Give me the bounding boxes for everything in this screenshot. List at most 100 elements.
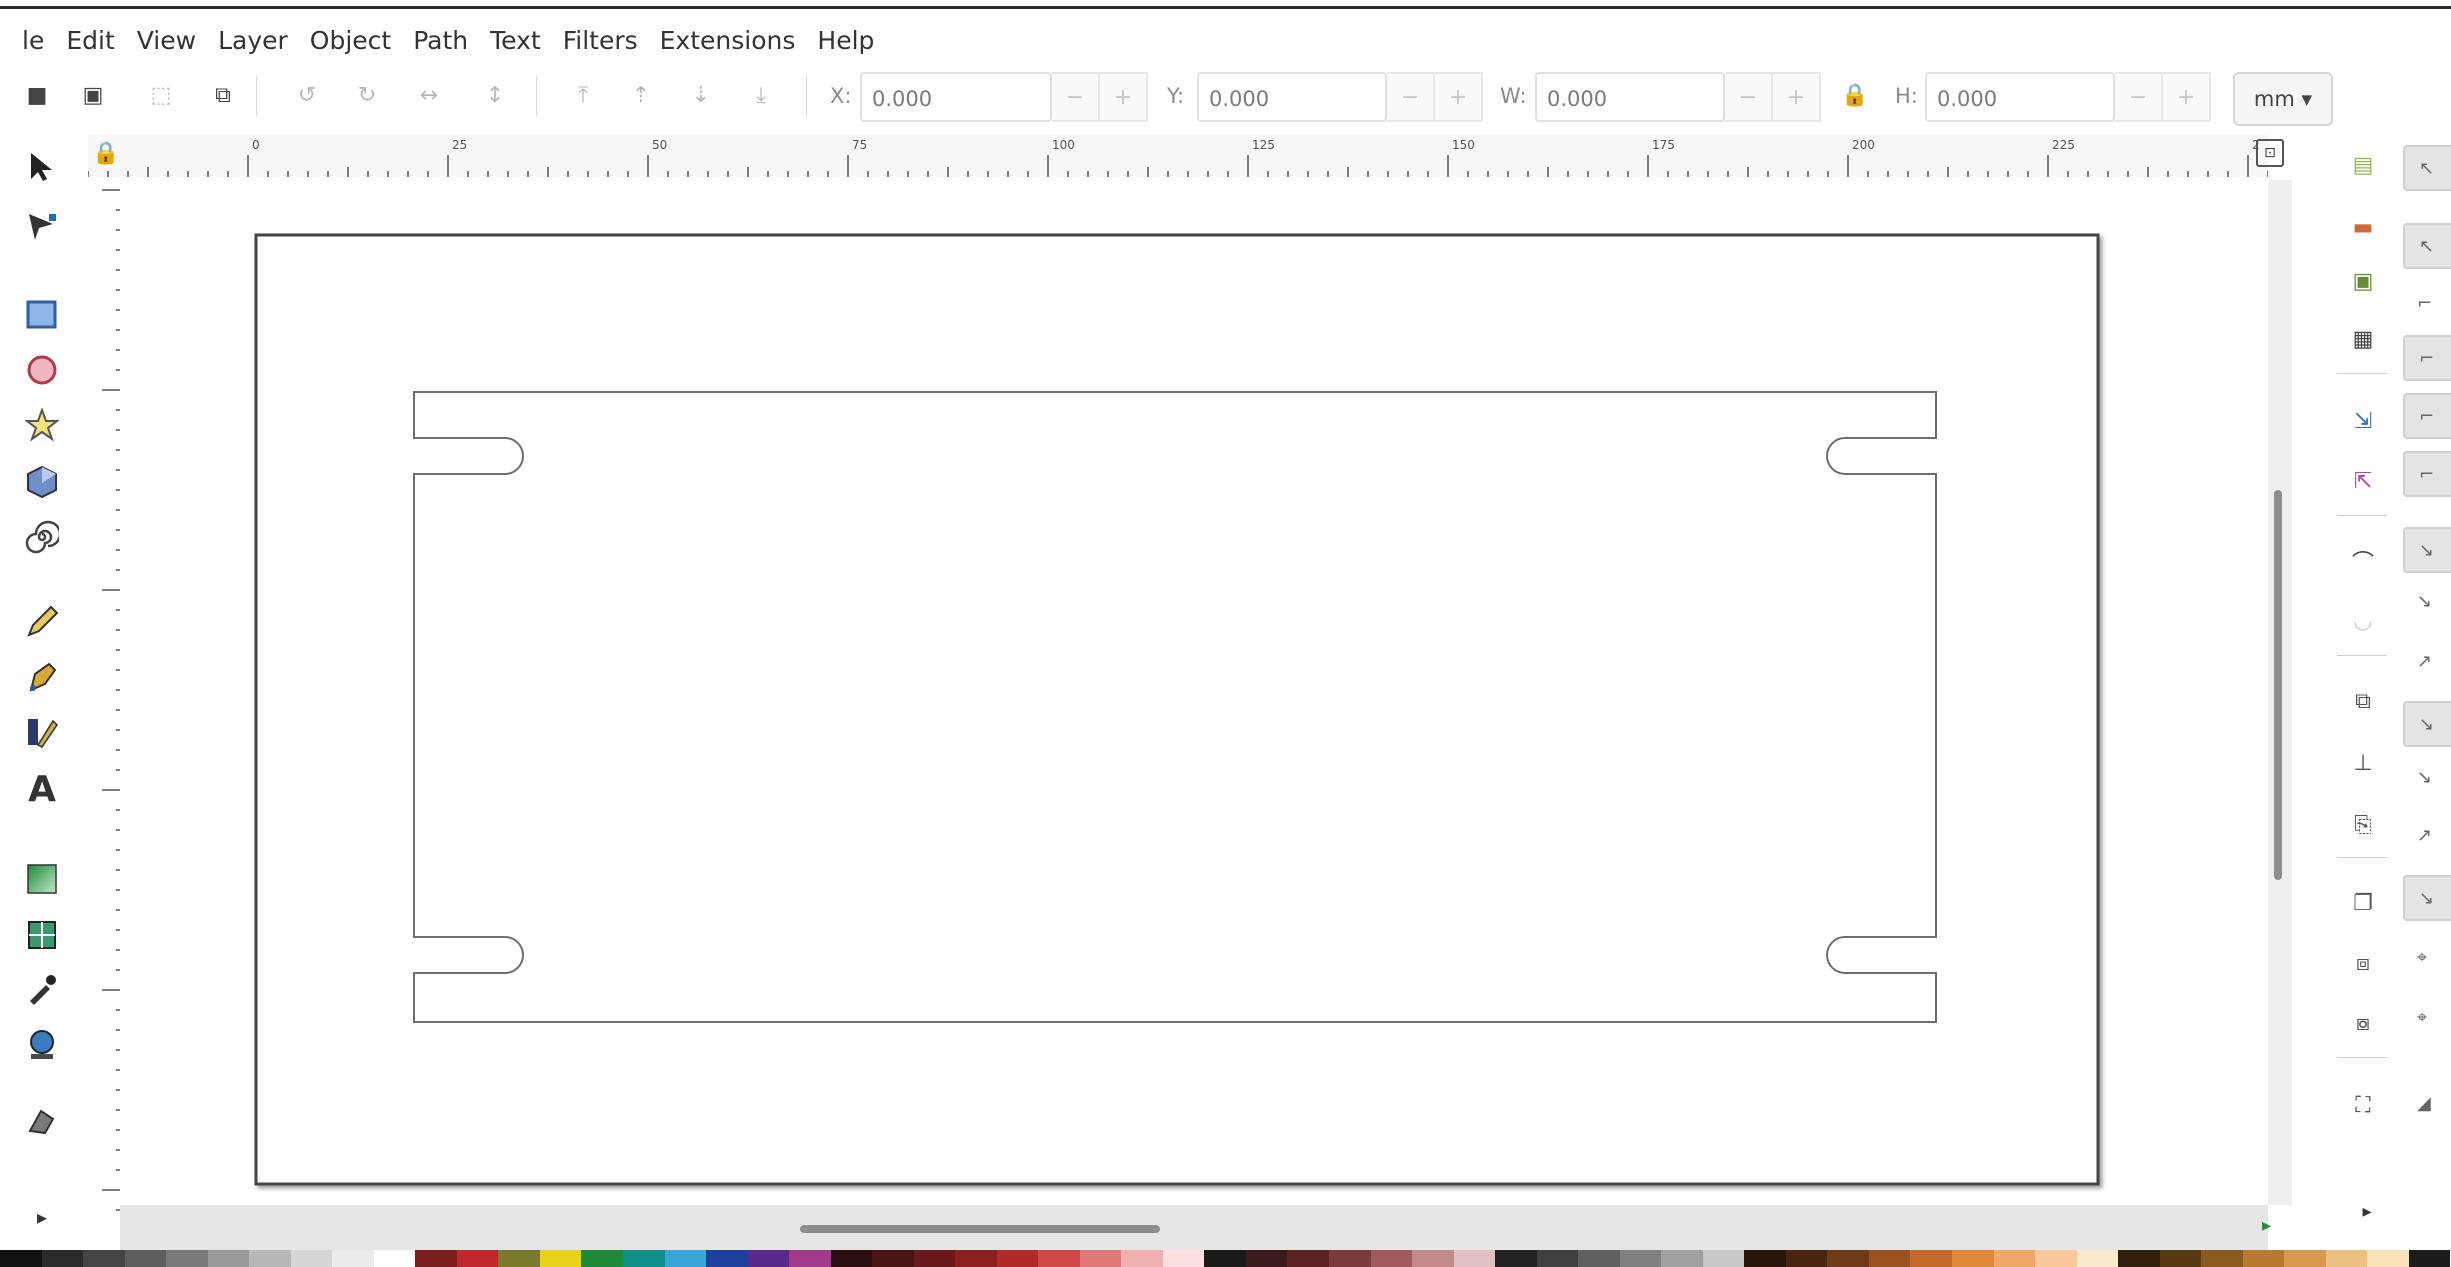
snap-bbox-midpoint-toggle[interactable]: ⌐ <box>2403 393 2451 439</box>
palette-swatch[interactable] <box>872 1250 914 1267</box>
palette-swatch[interactable] <box>1578 1250 1620 1267</box>
copy-icon[interactable]: ⧉ <box>2347 685 2379 717</box>
calligraphy-tool-icon[interactable] <box>20 710 64 754</box>
deselect-icon[interactable]: ⬚ <box>146 80 176 110</box>
w-increment-button[interactable]: + <box>1773 72 1821 122</box>
commands-more-icon[interactable]: ▸ <box>2351 1195 2383 1227</box>
palette-swatch[interactable] <box>1079 1250 1122 1267</box>
menu-view[interactable]: View <box>137 26 196 55</box>
paste-icon[interactable]: ⎘ <box>2347 809 2379 841</box>
y-increment-button[interactable]: + <box>1435 72 1483 122</box>
select-same-icon[interactable]: ⧉ <box>208 80 238 110</box>
mesh-tool-icon[interactable] <box>20 913 64 957</box>
snap-midpoint-icon[interactable]: ↗ <box>2417 825 2432 846</box>
menu-file[interactable]: le <box>22 26 44 55</box>
view-toggle-icon[interactable]: ⊡ <box>2256 139 2284 167</box>
selector-tool-icon[interactable] <box>20 145 64 189</box>
save-icon[interactable]: ▣ <box>2347 265 2379 297</box>
pencil-tool-icon[interactable] <box>20 600 64 644</box>
palette-swatch[interactable] <box>1993 1250 2036 1267</box>
raise-icon[interactable]: ⇡ <box>626 80 656 110</box>
ellipse-tool-icon[interactable] <box>20 348 64 392</box>
palette-swatch[interactable] <box>373 1250 416 1267</box>
palette-swatch[interactable] <box>2242 1250 2285 1267</box>
palette-swatch[interactable] <box>1744 1250 1786 1267</box>
snap-smooth-icon[interactable]: ↘ <box>2417 767 2432 788</box>
palette-swatch[interactable] <box>1038 1250 1080 1267</box>
menu-layer[interactable]: Layer <box>218 26 288 55</box>
palette-swatch[interactable] <box>1536 1250 1579 1267</box>
unit-select[interactable]: mm ▾ <box>2233 72 2333 126</box>
palette-swatch[interactable] <box>996 1250 1039 1267</box>
lock-proportions-icon[interactable]: 🔒 <box>1840 80 1870 110</box>
palette-swatch[interactable] <box>1329 1250 1371 1267</box>
print-icon[interactable]: ▦ <box>2347 323 2379 355</box>
palette-swatch[interactable] <box>207 1250 250 1267</box>
snap-baseline-icon[interactable]: ⌖ <box>2417 1007 2427 1028</box>
star-tool-icon[interactable] <box>20 403 64 447</box>
palette-swatch[interactable] <box>539 1250 582 1267</box>
palette-swatch[interactable] <box>789 1250 831 1267</box>
select-all-layers-icon[interactable]: ▣ <box>78 80 108 110</box>
snap-page-icon[interactable]: ◢ <box>2417 1093 2431 1114</box>
undo-icon[interactable]: ⌒ <box>2347 545 2379 577</box>
palette-swatch[interactable] <box>955 1250 997 1267</box>
group-icon[interactable]: ⛶ <box>2347 1089 2379 1121</box>
palette-swatch[interactable] <box>2201 1250 2243 1267</box>
import-icon[interactable]: ⇲ <box>2347 405 2379 437</box>
palette-swatch[interactable] <box>1121 1250 1163 1267</box>
palette-swatch[interactable] <box>166 1250 208 1267</box>
snap-rotation-icon[interactable]: ⌖ <box>2417 947 2427 968</box>
text-tool-icon[interactable]: A <box>20 767 64 811</box>
palette-swatch[interactable] <box>124 1250 167 1267</box>
dropper-tool-icon[interactable] <box>20 967 64 1011</box>
rotate-cw-icon[interactable]: ↻ <box>352 80 382 110</box>
menu-edit[interactable]: Edit <box>66 26 114 55</box>
snap-nodes-toggle[interactable]: ↘ <box>2403 527 2451 573</box>
palette-swatch[interactable] <box>664 1250 707 1267</box>
palette-swatch[interactable] <box>1370 1250 1413 1267</box>
spiral-tool-icon[interactable] <box>20 515 64 559</box>
menu-filters[interactable]: Filters <box>563 26 638 55</box>
guide-lock-icon[interactable]: 🔒 <box>88 135 124 171</box>
x-decrement-button[interactable]: − <box>1052 72 1100 122</box>
palette-swatch[interactable] <box>622 1250 665 1267</box>
snap-cusp-toggle[interactable]: ↘ <box>2403 701 2451 747</box>
x-field[interactable]: 0.000 <box>860 72 1052 122</box>
3d-box-tool-icon[interactable] <box>20 460 64 504</box>
flip-horizontal-icon[interactable]: ↔ <box>414 80 444 110</box>
palette-swatch[interactable] <box>2325 1250 2368 1267</box>
cut-icon[interactable]: ⊥ <box>2347 747 2379 779</box>
color-manage-icon[interactable]: ▸ <box>2262 1215 2286 1239</box>
palette-swatch[interactable] <box>2159 1250 2202 1267</box>
snap-bbox-toggle[interactable]: ↖ <box>2403 223 2451 269</box>
palette-swatch[interactable] <box>706 1250 748 1267</box>
palette-swatch[interactable] <box>913 1250 956 1267</box>
horizontal-scrollbar[interactable] <box>120 1205 2268 1250</box>
palette-swatch[interactable] <box>1204 1250 1246 1267</box>
h-field[interactable]: 0.000 <box>1925 72 2115 122</box>
palette-swatch[interactable] <box>2367 1250 2409 1267</box>
palette-swatch[interactable] <box>2408 1250 2451 1267</box>
palette-swatch[interactable] <box>0 1250 42 1267</box>
palette-swatch[interactable] <box>1619 1250 1662 1267</box>
palette-swatch[interactable] <box>581 1250 623 1267</box>
rotate-ccw-icon[interactable]: ↺ <box>292 80 322 110</box>
palette-swatch[interactable] <box>290 1250 333 1267</box>
drawing-canvas[interactable] <box>120 180 2268 1205</box>
palette-swatch[interactable] <box>83 1250 125 1267</box>
clone-icon[interactable]: ⧈ <box>2347 947 2379 979</box>
palette-swatch[interactable] <box>456 1250 499 1267</box>
palette-swatch[interactable] <box>498 1250 540 1267</box>
palette-swatch[interactable] <box>747 1250 790 1267</box>
gradient-tool-icon[interactable] <box>20 857 64 901</box>
snap-bbox-edge-icon[interactable]: ⌐ <box>2417 293 2432 314</box>
palette-swatch[interactable] <box>2076 1250 2119 1267</box>
palette-swatch[interactable] <box>332 1250 374 1267</box>
palette-swatch[interactable] <box>1785 1250 1828 1267</box>
palette-swatch[interactable] <box>1910 1250 1952 1267</box>
palette-swatch[interactable] <box>2284 1250 2326 1267</box>
lower-icon[interactable]: ⇣ <box>686 80 716 110</box>
select-all-icon[interactable]: ■ <box>22 80 52 110</box>
eraser-tool-icon[interactable] <box>20 1100 64 1144</box>
